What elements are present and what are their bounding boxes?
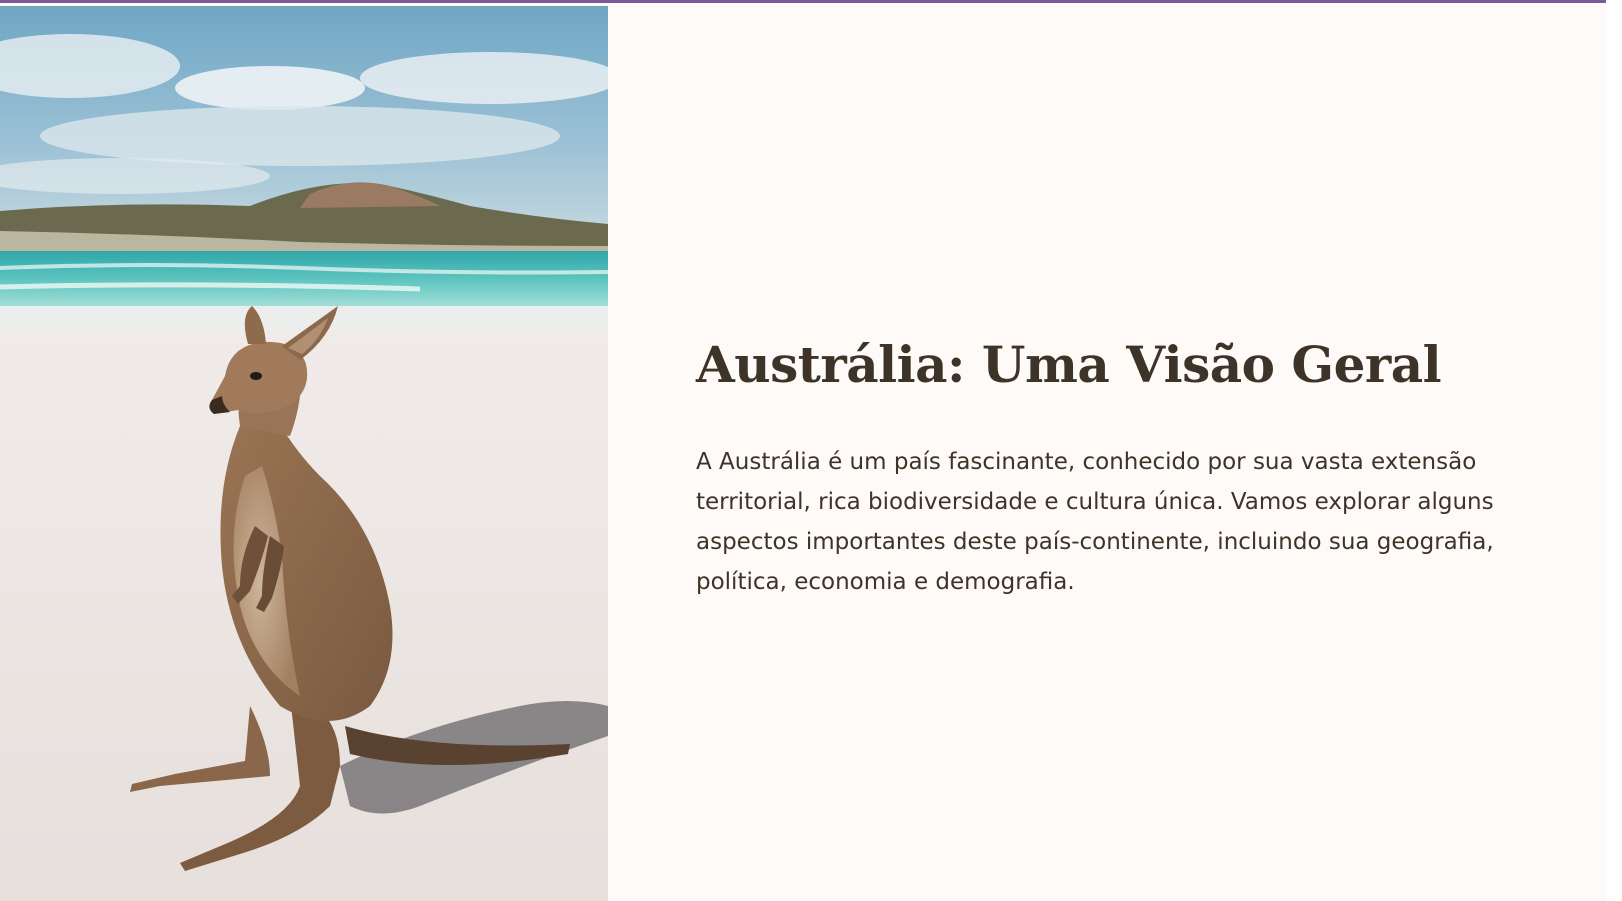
slide-viewer: Austrália: Uma Visão Geral A Austrália é… (0, 0, 1622, 901)
viewer-right-margin (1606, 0, 1622, 901)
kangaroo-beach-image (0, 6, 608, 901)
slide-body-text: A Austrália é um país fascinante, conhec… (696, 449, 1494, 595)
slide: Austrália: Uma Visão Geral A Austrália é… (0, 0, 1622, 901)
slide-title: Austrália: Uma Visão Geral (696, 335, 1442, 394)
slide-content: Austrália: Uma Visão Geral A Austrália é… (696, 328, 1516, 602)
